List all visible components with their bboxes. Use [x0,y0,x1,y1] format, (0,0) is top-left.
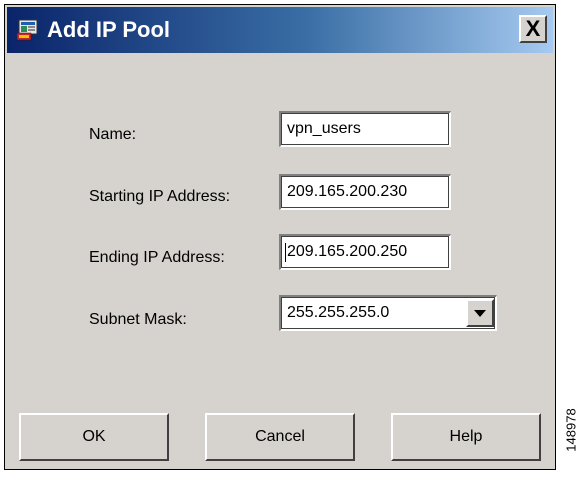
app-icon [17,19,38,41]
name-input-value: vpn_users [287,120,361,137]
name-label: Name: [89,126,137,143]
figure-number-text: 148978 [563,408,579,452]
figure-number: 148978 [560,390,582,470]
text-caret [285,243,286,262]
starting-ip-input[interactable]: 209.165.200.230 [279,174,451,210]
subnet-mask-select[interactable]: 255.255.255.0 [279,295,497,331]
ending-ip-value: 209.165.200.250 [287,243,408,260]
help-button[interactable]: Help [391,413,541,461]
title-bar[interactable]: Add IP Pool X [7,7,553,53]
dialog-title: Add IP Pool [47,17,171,42]
subnet-mask-value: 255.255.255.0 [287,304,390,321]
starting-ip-value: 209.165.200.230 [287,183,408,200]
subnet-mask-dropdown-button[interactable] [466,299,494,327]
ending-ip-input[interactable]: 209.165.200.250 [279,234,451,270]
name-input[interactable]: vpn_users [279,111,451,147]
chevron-down-icon [474,310,486,317]
ending-ip-label: Ending IP Address: [89,249,225,266]
starting-ip-label: Starting IP Address: [89,188,231,205]
close-button[interactable]: X [519,15,547,43]
cancel-button[interactable]: Cancel [205,413,355,461]
ok-button[interactable]: OK [19,413,169,461]
subnet-mask-label: Subnet Mask: [89,311,187,328]
add-ip-pool-dialog: Add IP Pool X Name: vpn_users Starting I… [4,4,556,470]
